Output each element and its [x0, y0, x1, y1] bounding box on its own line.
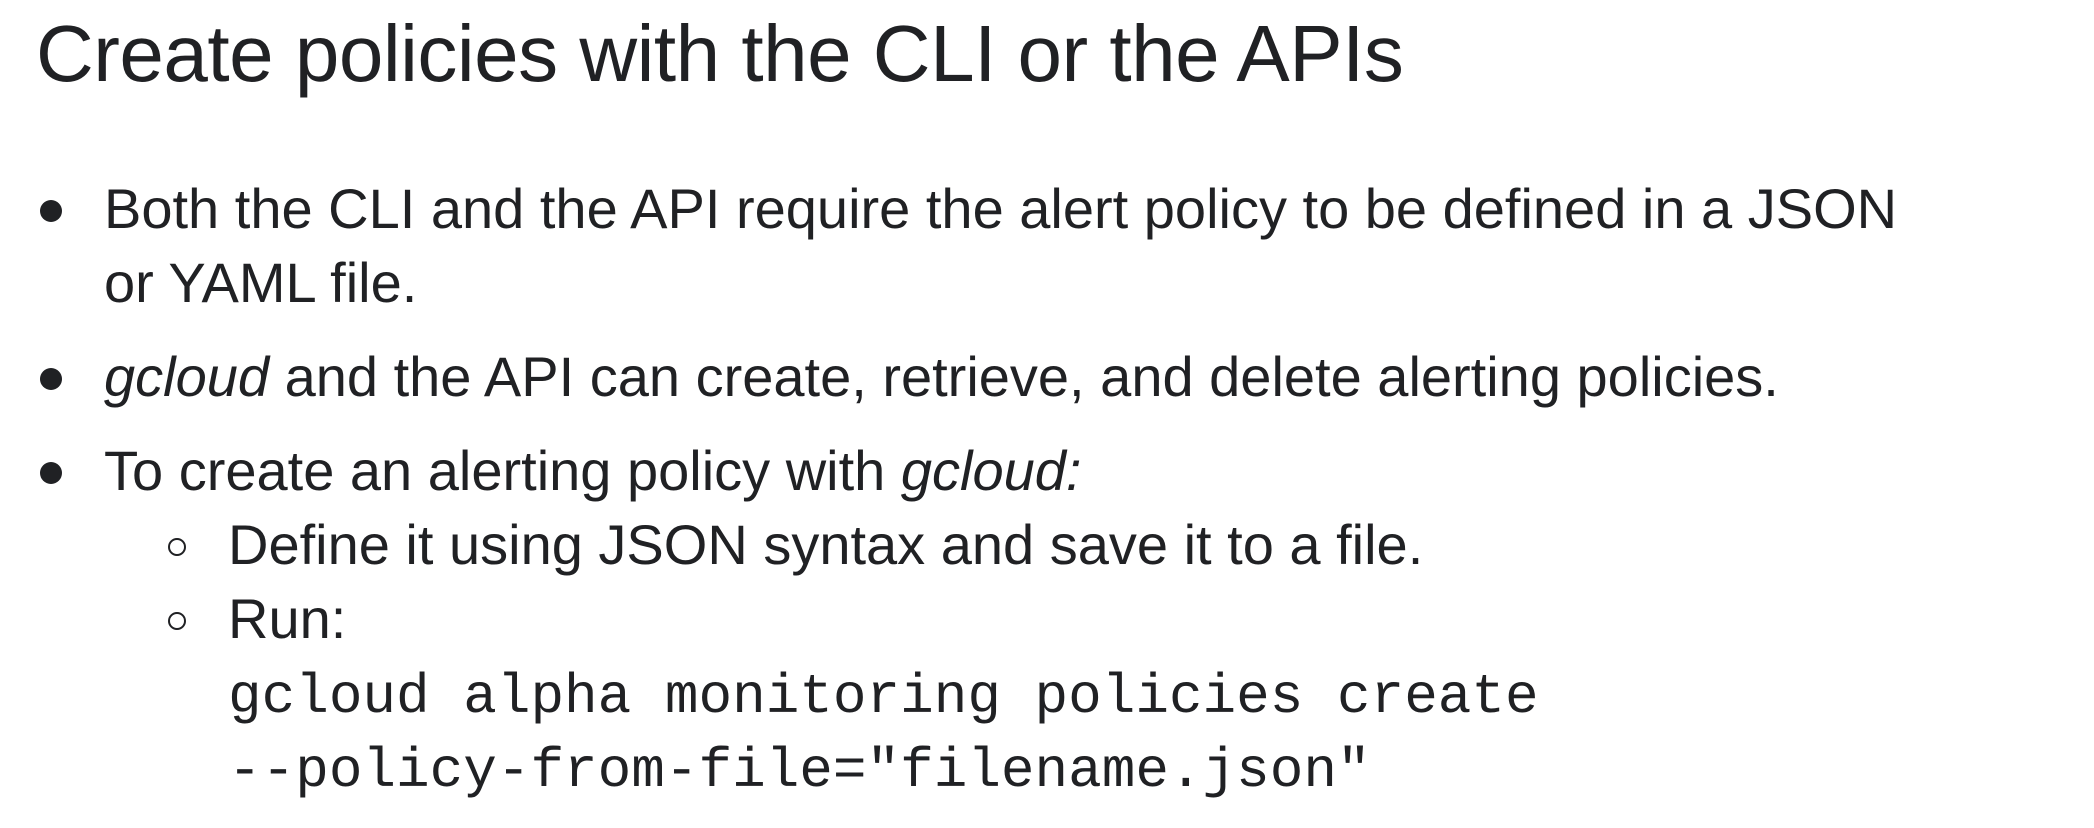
hollow-bullet-icon: [168, 538, 186, 556]
emphasis-gcloud: gcloud: [104, 345, 270, 408]
code-line: gcloud alpha monitoring policies create: [228, 665, 1539, 729]
bullet-text: To create an alerting policy with gcloud…: [104, 434, 2054, 508]
bullet-list: Both the CLI and the API require the ale…: [0, 172, 2094, 828]
sub-bullet-text: Define it using JSON syntax and save it …: [228, 513, 1424, 576]
slide-title: Create policies with the CLI or the APIs: [36, 9, 1404, 98]
bullet-text: Both the CLI and the API require the ale…: [104, 172, 2054, 320]
bullet-text-line: or YAML file.: [104, 251, 418, 314]
hollow-bullet-icon: [168, 612, 186, 630]
bullet-text: gcloud and the API can create, retrieve,…: [104, 340, 2054, 414]
sub-bullet-item-1: Define it using JSON syntax and save it …: [104, 508, 2054, 582]
bullet-dot-icon: [40, 462, 62, 484]
bullet-text-rest: and the API can create, retrieve, and de…: [269, 345, 1779, 408]
bullet-dot-icon: [40, 368, 62, 390]
command-code-block: gcloud alpha monitoring policies create -…: [228, 660, 2054, 808]
sub-bullet-item-2: Run:: [104, 582, 2054, 656]
bullet-text-line: Both the CLI and the API require the ale…: [104, 177, 1898, 240]
bullet-item-3: To create an alerting policy with gcloud…: [0, 434, 2094, 808]
bullet-item-1: Both the CLI and the API require the ale…: [0, 172, 2094, 320]
emphasis-gcloud: gcloud:: [900, 439, 1082, 502]
sub-bullet-text: Run:: [228, 587, 347, 650]
slide: Create policies with the CLI or the APIs…: [0, 0, 2094, 828]
bullet-item-2: gcloud and the API can create, retrieve,…: [0, 340, 2094, 414]
bullet-text-prefix: To create an alerting policy with: [104, 439, 901, 502]
code-line: --policy-from-file="filename.json": [228, 739, 1371, 803]
bullet-dot-icon: [40, 200, 62, 222]
sub-bullet-list: Define it using JSON syntax and save it …: [104, 508, 2054, 656]
